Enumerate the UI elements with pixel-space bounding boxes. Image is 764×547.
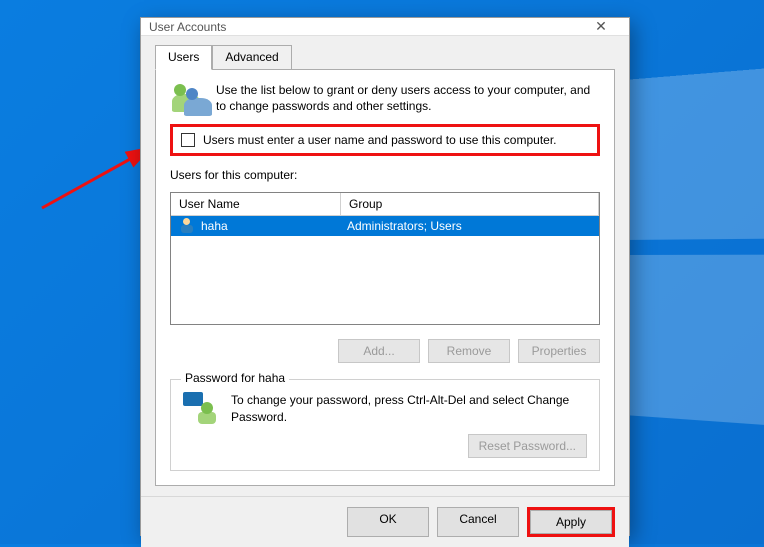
password-text: To change your password, press Ctrl-Alt-… [231, 392, 587, 424]
password-legend: Password for haha [181, 371, 289, 385]
dialog-body: Users Advanced Use the list below to gra… [141, 36, 629, 496]
tab-advanced[interactable]: Advanced [212, 45, 291, 70]
user-list[interactable]: User Name Group haha Administrators; Use… [170, 192, 600, 325]
tab-users[interactable]: Users [155, 45, 212, 70]
require-login-checkbox[interactable] [181, 133, 195, 147]
dialog-footer: OK Cancel Apply [141, 496, 629, 547]
row-username: haha [201, 219, 228, 233]
user-icon [179, 218, 195, 234]
apply-highlight: Apply [527, 507, 615, 537]
close-icon[interactable]: ✕ [581, 18, 621, 35]
add-button[interactable]: Add... [338, 339, 420, 363]
password-icon [183, 392, 219, 426]
user-list-header: User Name Group [171, 193, 599, 216]
titlebar: User Accounts ✕ [141, 18, 629, 36]
properties-button[interactable]: Properties [518, 339, 600, 363]
intro-row: Use the list below to grant or deny user… [170, 82, 600, 114]
col-username[interactable]: User Name [171, 193, 341, 216]
user-list-label: Users for this computer: [170, 168, 600, 182]
users-icon [170, 82, 204, 114]
reset-password-button[interactable]: Reset Password... [468, 434, 587, 458]
tab-page-users: Use the list below to grant or deny user… [155, 69, 615, 486]
user-accounts-dialog: User Accounts ✕ Users Advanced Use the l… [140, 17, 630, 536]
row-group: Administrators; Users [347, 219, 591, 233]
table-row[interactable]: haha Administrators; Users [171, 216, 599, 236]
require-login-highlight: Users must enter a user name and passwor… [170, 124, 600, 156]
col-group[interactable]: Group [341, 193, 599, 216]
user-list-buttons: Add... Remove Properties [170, 339, 600, 363]
ok-button[interactable]: OK [347, 507, 429, 537]
intro-text: Use the list below to grant or deny user… [216, 82, 600, 114]
tab-strip: Users Advanced [155, 44, 615, 69]
remove-button[interactable]: Remove [428, 339, 510, 363]
require-login-label: Users must enter a user name and passwor… [203, 133, 557, 147]
window-title: User Accounts [149, 20, 581, 34]
password-groupbox: Password for haha To change your passwor… [170, 379, 600, 471]
cancel-button[interactable]: Cancel [437, 507, 519, 537]
apply-button[interactable]: Apply [530, 510, 612, 534]
